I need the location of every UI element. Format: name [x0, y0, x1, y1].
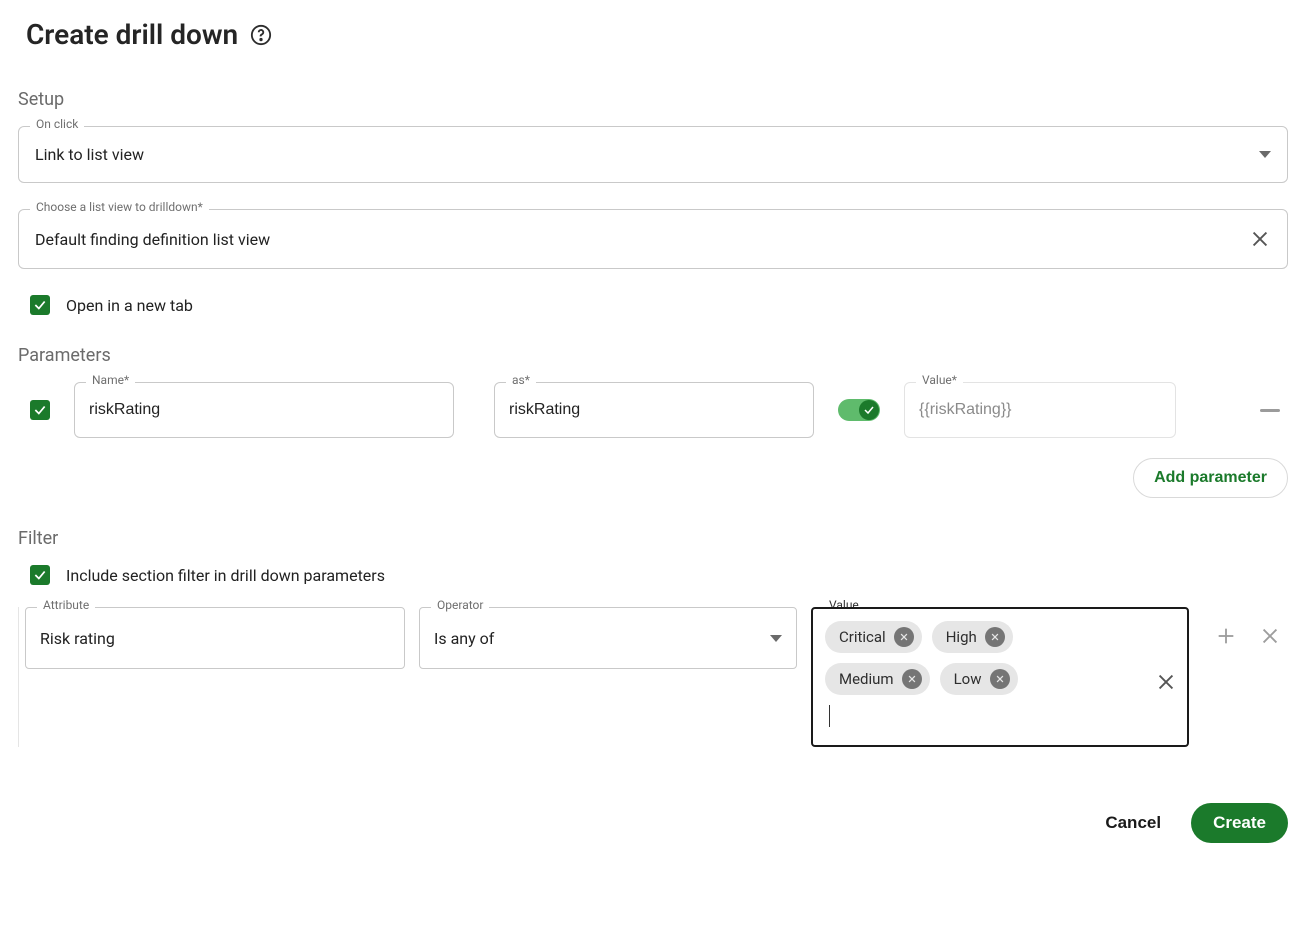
- chevron-down-icon: [770, 635, 782, 642]
- listview-value: Default finding definition list view: [35, 230, 270, 249]
- include-filter-checkbox[interactable]: [30, 565, 50, 585]
- listview-select[interactable]: Default finding definition list view: [18, 209, 1288, 269]
- chip-remove-icon[interactable]: [990, 669, 1010, 689]
- setup-section-label: Setup: [18, 89, 1288, 110]
- chip-remove-icon[interactable]: [985, 627, 1005, 647]
- attribute-value: Risk rating: [40, 629, 115, 648]
- on-click-value: Link to list view: [35, 145, 144, 164]
- listview-label: Choose a list view to drilldown*: [30, 200, 209, 214]
- operator-label: Operator: [431, 598, 489, 612]
- filter-value-multiselect[interactable]: Critical High Medium: [811, 607, 1189, 747]
- chip-label: Low: [954, 670, 982, 688]
- param-as-label: as*: [506, 373, 536, 387]
- param-name-label: Name*: [86, 373, 135, 387]
- chip-critical: Critical: [825, 621, 922, 653]
- param-value-input: [904, 382, 1176, 438]
- text-cursor: [829, 705, 830, 727]
- remove-filter-icon[interactable]: [1259, 625, 1281, 647]
- clear-listview-icon[interactable]: [1249, 228, 1271, 250]
- param-row-checkbox[interactable]: [30, 400, 50, 420]
- chip-high: High: [932, 621, 1013, 653]
- page-title: Create drill down: [26, 18, 238, 51]
- chip-remove-icon[interactable]: [902, 669, 922, 689]
- operator-value: Is any of: [434, 629, 494, 648]
- chip-label: High: [946, 628, 977, 646]
- chip-low: Low: [940, 663, 1018, 695]
- remove-param-icon[interactable]: [1260, 409, 1280, 412]
- open-new-tab-label: Open in a new tab: [66, 296, 193, 315]
- include-filter-label: Include section filter in drill down par…: [66, 566, 385, 585]
- param-as-input[interactable]: [494, 382, 814, 438]
- chip-remove-icon[interactable]: [894, 627, 914, 647]
- chip-label: Medium: [839, 670, 894, 688]
- cancel-button[interactable]: Cancel: [1099, 812, 1167, 834]
- param-name-input[interactable]: [74, 382, 454, 438]
- on-click-select[interactable]: Link to list view: [18, 126, 1288, 183]
- chevron-down-icon: [1259, 151, 1271, 158]
- param-value-toggle[interactable]: [838, 399, 880, 421]
- on-click-label: On click: [30, 117, 84, 131]
- open-new-tab-checkbox[interactable]: [30, 295, 50, 315]
- parameters-section-label: Parameters: [18, 345, 1288, 366]
- help-icon[interactable]: [250, 24, 272, 46]
- chip-label: Critical: [839, 628, 886, 646]
- attribute-select[interactable]: Risk rating: [25, 607, 405, 669]
- add-parameter-button[interactable]: Add parameter: [1133, 458, 1288, 498]
- param-value-label: Value*: [916, 373, 963, 387]
- filter-section-label: Filter: [18, 528, 1288, 549]
- chip-medium: Medium: [825, 663, 930, 695]
- clear-values-icon[interactable]: [1155, 671, 1177, 693]
- add-filter-icon[interactable]: [1215, 625, 1237, 647]
- attribute-label: Attribute: [37, 598, 95, 612]
- operator-select[interactable]: Is any of: [419, 607, 797, 669]
- create-button[interactable]: Create: [1191, 803, 1288, 843]
